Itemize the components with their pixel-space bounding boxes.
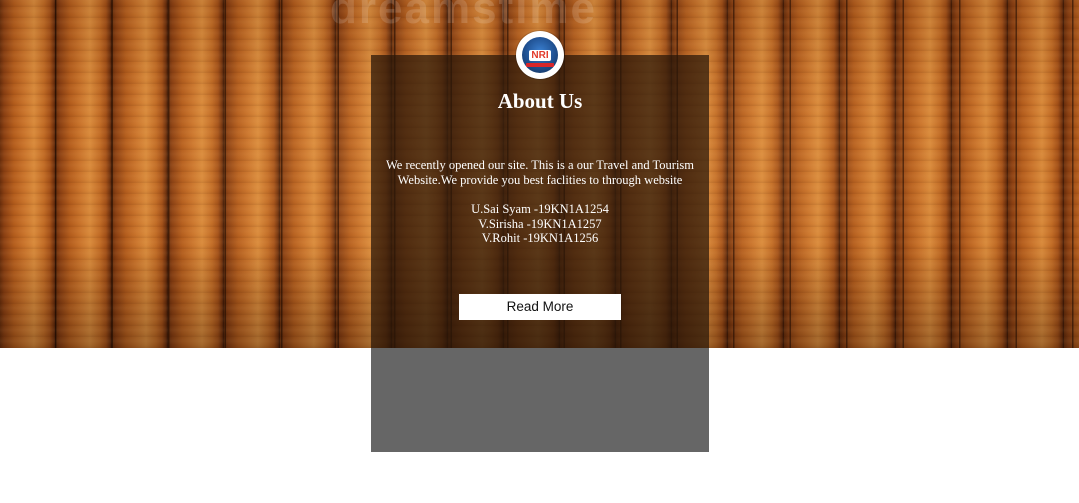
description-line: Website.We provide you best faclities to… [397,173,683,187]
team-member: U.Sai Syam -19KN1A1254 [471,202,609,216]
page-title: About Us [497,89,583,113]
watermark: dreamstime [330,0,598,33]
logo-emblem: NRI [522,37,558,73]
logo-band [526,63,554,67]
team-member: V.Rohit -19KN1A1256 [481,231,599,245]
team-member: V.Sirisha -19KN1A1257 [478,216,602,231]
brand-logo-icon[interactable]: NRI [516,31,564,79]
about-description: We recently opened our site. This is a o… [371,158,709,188]
description-line: We recently opened our site. This is a o… [385,158,695,172]
read-more-button[interactable]: Read More [459,294,621,320]
logo-text: NRI [529,49,551,61]
about-card-lower-panel [371,348,709,452]
team-members-list: U.Sai Syam -19KN1A1254 V.Sirisha -19KN1A… [371,202,709,246]
about-page: dreamstime NRI About Us We recently open… [0,0,1079,503]
